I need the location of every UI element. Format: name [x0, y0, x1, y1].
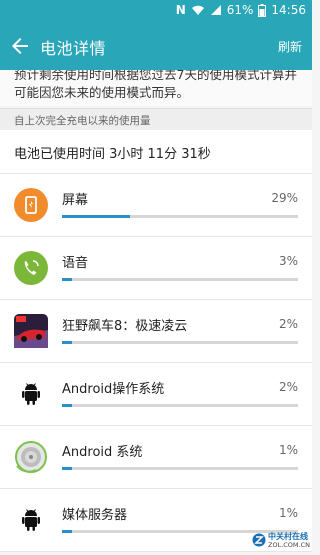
total-usage-text: 电池已使用时间 3小时 11分 31秒 — [14, 147, 211, 162]
android-icon — [22, 383, 40, 405]
usage-item-screen[interactable]: 屏幕 29% — [0, 174, 312, 237]
usage-bar-fill — [62, 278, 72, 281]
android-icon — [22, 509, 40, 531]
page-title: 电池详情 — [40, 39, 107, 58]
usage-item-percent: 2% — [278, 380, 298, 394]
battery-icon — [258, 3, 267, 17]
usage-bar-fill — [62, 530, 72, 533]
usage-item-name: 语音 — [62, 256, 89, 271]
usage-item-name: 媒体服务器 — [62, 508, 128, 523]
back-arrow-icon[interactable] — [8, 34, 32, 58]
car-game-icon — [14, 314, 48, 348]
usage-list: 屏幕 29% 语音 3% 狂野飙车8：极速凌云 2% Android操作系统 2… — [0, 174, 312, 552]
usage-bar-fill — [62, 341, 72, 344]
signal-icon — [210, 5, 221, 15]
usage-item-name: Android 系统 — [62, 445, 143, 460]
usage-item-android-system[interactable]: Android 系统 1% — [0, 426, 312, 489]
usage-bar — [62, 467, 298, 470]
refresh-button[interactable]: 刷新 — [278, 38, 302, 55]
usage-item-percent: 1% — [278, 443, 298, 457]
android-system-icon — [15, 441, 47, 473]
usage-bar-fill — [62, 404, 72, 407]
phone-icon — [14, 251, 48, 285]
usage-item-android-os[interactable]: Android操作系统 2% — [0, 363, 312, 426]
usage-item-name: 屏幕 — [62, 193, 89, 208]
wifi-icon — [191, 5, 204, 15]
watermark-en: ZOL.COM.CN — [268, 541, 310, 549]
usage-item-name: 狂野飙车8：极速凌云 — [62, 319, 188, 334]
section-header: 自上次完全充电以来的使用量 — [0, 108, 312, 130]
usage-item-name: Android操作系统 — [62, 382, 165, 397]
battery-percent: 61% — [226, 3, 254, 17]
usage-item-percent: 1% — [278, 506, 298, 520]
usage-item-percent: 29% — [271, 191, 298, 205]
usage-bar-fill — [62, 215, 131, 218]
usage-description: 预计剩余使用时间根据您过去7天的使用模式计算并可能因您未来的使用模式而异。 — [0, 70, 312, 106]
status-bar: N 61% 14:56 — [0, 0, 312, 22]
screen-icon — [14, 188, 48, 222]
usage-item-percent: 2% — [278, 317, 298, 331]
description-text: 预计剩余使用时间根据您过去7天的使用模式计算并可能因您未来的使用模式而异。 — [14, 70, 297, 100]
watermark: 中关村在线 ZOL.COM.CN — [252, 531, 310, 551]
usage-bar — [62, 341, 298, 344]
usage-item-voice[interactable]: 语音 3% — [0, 237, 312, 300]
app-bar: 电池详情 刷新 — [0, 22, 312, 70]
usage-item-asphalt[interactable]: 狂野飙车8：极速凌云 2% — [0, 300, 312, 363]
status-time: 14:56 — [271, 3, 306, 17]
total-usage-row: 电池已使用时间 3小时 11分 31秒 — [0, 130, 312, 174]
usage-bar — [62, 215, 298, 218]
zol-logo-icon — [252, 533, 266, 547]
usage-bar-fill — [62, 467, 72, 470]
usage-bar — [62, 404, 298, 407]
n-icon: N — [175, 3, 186, 17]
section-header-label: 自上次完全充电以来的使用量 — [14, 115, 151, 127]
usage-bar — [62, 278, 298, 281]
usage-item-percent: 3% — [278, 254, 298, 268]
status-icons: N 61% 14:56 — [176, 3, 306, 17]
